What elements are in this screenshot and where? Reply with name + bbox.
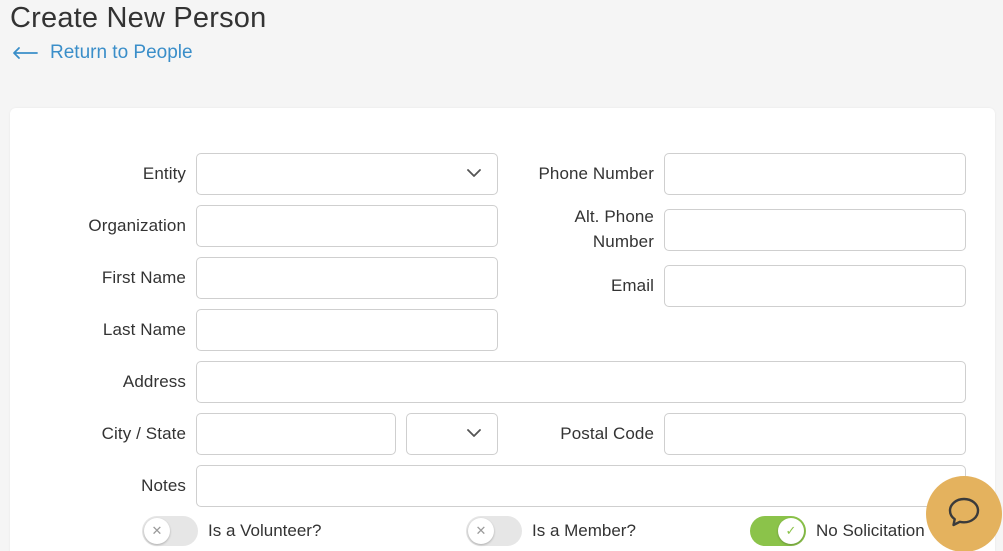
postal-code-label: Postal Code [560, 424, 654, 443]
organization-label: Organization [88, 216, 186, 235]
arrow-left-icon [12, 46, 38, 60]
city-state-label: City / State [101, 424, 186, 443]
person-form-card: Entity Organization First Name Last Name… [10, 108, 995, 551]
volunteer-toggle[interactable]: ✕ [142, 516, 198, 546]
no-solicitation-toggle[interactable]: ✓ [750, 516, 806, 546]
chevron-down-icon [467, 165, 481, 183]
entity-label: Entity [142, 164, 186, 183]
x-icon: ✕ [468, 518, 494, 544]
state-select[interactable] [406, 413, 498, 455]
member-toggle-label: Is a Member? [532, 521, 636, 540]
last-name-input[interactable] [196, 309, 498, 351]
notes-input[interactable] [196, 465, 966, 507]
alt-phone-label-line1: Alt. Phone [574, 207, 654, 226]
phone-number-label: Phone Number [538, 164, 654, 183]
postal-code-input[interactable] [664, 413, 966, 455]
alt-phone-input[interactable] [664, 209, 966, 251]
alt-phone-label-line2: Number [592, 232, 654, 251]
first-name-input[interactable] [196, 257, 498, 299]
page-title: Create New Person [10, 2, 267, 34]
email-input[interactable] [664, 265, 966, 307]
no-solicitation-toggle-label: No Solicitation [816, 521, 925, 540]
entity-select[interactable] [196, 153, 498, 195]
x-icon: ✕ [144, 518, 170, 544]
phone-number-input[interactable] [664, 153, 966, 195]
last-name-label: Last Name [102, 320, 186, 339]
alt-phone-label: Alt. Phone Number [575, 204, 654, 254]
check-icon: ✓ [778, 518, 804, 544]
first-name-label: First Name [101, 268, 186, 287]
city-input[interactable] [196, 413, 396, 455]
address-input[interactable] [196, 361, 966, 403]
volunteer-toggle-label: Is a Volunteer? [208, 521, 322, 540]
notes-label: Notes [141, 476, 186, 495]
return-to-people-link[interactable]: Return to People [12, 42, 193, 64]
organization-input[interactable] [196, 205, 498, 247]
member-toggle[interactable]: ✕ [466, 516, 522, 546]
return-link-label: Return to People [50, 42, 193, 63]
address-label: Address [122, 372, 186, 391]
chat-bubble-icon [947, 496, 981, 533]
email-label: Email [610, 276, 654, 295]
chevron-down-icon [467, 425, 481, 443]
chat-button[interactable] [926, 476, 1002, 551]
